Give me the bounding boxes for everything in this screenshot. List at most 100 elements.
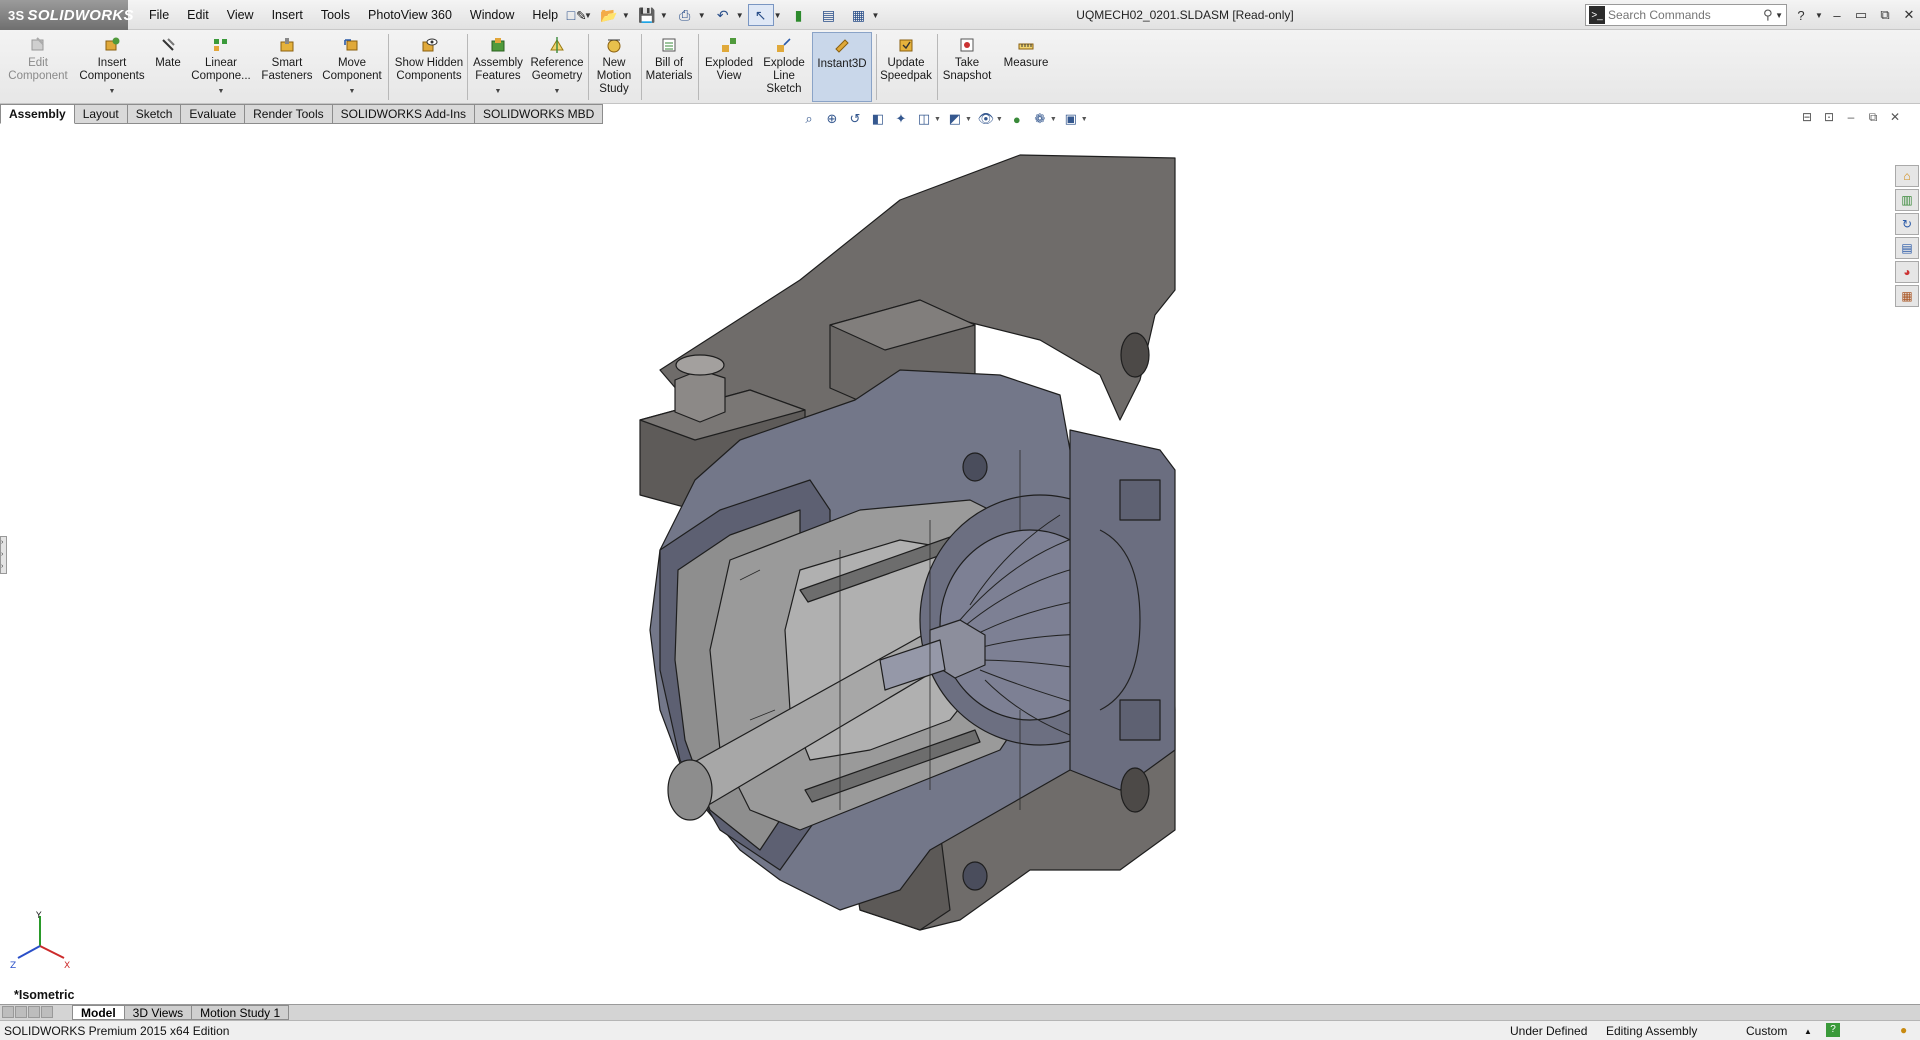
minimize-icon[interactable]: – — [1826, 8, 1848, 23]
open-dropdown-icon[interactable]: ▼ — [622, 11, 630, 20]
viewport-minimize-icon[interactable]: – — [1844, 110, 1858, 125]
tab-evaluate[interactable]: Evaluate — [181, 104, 246, 124]
tab-mbd[interactable]: SOLIDWORKS MBD — [475, 104, 604, 124]
menu-tools[interactable]: Tools — [312, 8, 359, 22]
mate-button[interactable]: Mate — [150, 32, 186, 102]
tab-addins[interactable]: SOLIDWORKS Add-Ins — [332, 104, 475, 124]
dynamic-annotation-icon[interactable]: ✦ — [892, 110, 910, 128]
apply-scene-dropdown-icon[interactable]: ▼ — [1050, 116, 1057, 123]
file-properties-icon[interactable]: ▤ — [816, 4, 842, 26]
file-explorer-icon[interactable]: ↻ — [1895, 213, 1919, 235]
new-motion-study-button[interactable]: New Motion Study — [590, 32, 638, 102]
show-hidden-components-button[interactable]: Show Hidden Components — [392, 32, 466, 102]
reference-geometry-dropdown-icon[interactable]: ▼ — [554, 85, 561, 98]
print-icon[interactable]: ⎙ — [672, 4, 698, 26]
view-settings-icon[interactable]: ▣ — [1062, 110, 1080, 128]
linear-pattern-dropdown-icon[interactable]: ▼ — [218, 85, 225, 98]
search-input[interactable] — [1608, 8, 1764, 22]
tab-layout[interactable]: Layout — [74, 104, 128, 124]
view-palette-icon[interactable]: ▤ — [1895, 237, 1919, 259]
viewport-split-icon[interactable]: ⊟ — [1800, 110, 1814, 125]
exploded-view-button[interactable]: Exploded View — [700, 32, 758, 102]
rebuild-icon[interactable]: ▮ — [786, 4, 812, 26]
insert-components-dropdown-icon[interactable]: ▼ — [109, 85, 116, 98]
scroll-last-icon[interactable] — [41, 1005, 53, 1018]
undo-dropdown-icon[interactable]: ▼ — [736, 11, 744, 20]
tab-3d-views[interactable]: 3D Views — [124, 1005, 193, 1020]
apply-scene-icon[interactable]: ❁ — [1031, 110, 1049, 128]
measure-button[interactable]: Measure — [996, 32, 1056, 102]
view-orientation-dropdown-icon[interactable]: ▼ — [934, 116, 941, 123]
undo-icon[interactable]: ↶ — [710, 4, 736, 26]
move-component-dropdown-icon[interactable]: ▼ — [349, 85, 356, 98]
save-icon[interactable]: 💾 — [634, 4, 660, 26]
tab-model[interactable]: Model — [72, 1005, 125, 1020]
assembly-features-dropdown-icon[interactable]: ▼ — [495, 85, 502, 98]
menu-edit[interactable]: Edit — [178, 8, 218, 22]
close-icon[interactable]: ✕ — [1898, 7, 1920, 23]
units-dropdown-icon[interactable]: ▲ — [1804, 1027, 1812, 1036]
appearances-icon[interactable]: ◕ — [1895, 261, 1919, 283]
help-dropdown-icon[interactable]: ▼ — [1814, 11, 1824, 20]
scroll-prev-icon[interactable] — [15, 1005, 27, 1018]
previous-view-icon[interactable]: ↺ — [846, 110, 864, 128]
assembly-model-section-view[interactable] — [600, 150, 1200, 970]
search-dropdown-icon[interactable]: ▼ — [1775, 11, 1783, 20]
open-folder-icon[interactable]: 📂 — [596, 4, 622, 26]
update-speedpak-button[interactable]: Update Speedpak — [878, 32, 934, 102]
edit-component-button[interactable]: Edit Component — [4, 32, 72, 102]
hide-show-items-icon[interactable]: 👁 — [977, 110, 995, 128]
tab-assembly[interactable]: Assembly — [0, 104, 75, 124]
smart-fasteners-button[interactable]: Smart Fasteners — [258, 32, 316, 102]
menu-view[interactable]: View — [218, 8, 263, 22]
bill-of-materials-button[interactable]: Bill of Materials — [643, 32, 695, 102]
feature-manager-toggle-handle[interactable]: › › › — [0, 536, 7, 574]
section-view-icon[interactable]: ◧ — [869, 110, 887, 128]
solidworks-resources-icon[interactable]: ⌂ — [1895, 165, 1919, 187]
scroll-first-icon[interactable] — [2, 1005, 14, 1018]
viewport-close-icon[interactable]: ✕ — [1888, 110, 1902, 125]
select-dropdown-icon[interactable]: ▼ — [774, 11, 782, 20]
tab-sketch[interactable]: Sketch — [127, 104, 182, 124]
assembly-features-button[interactable]: Assembly Features ▼ — [470, 32, 526, 102]
tab-motion-study-1[interactable]: Motion Study 1 — [192, 1005, 290, 1020]
menu-window[interactable]: Window — [461, 8, 523, 22]
design-library-icon[interactable]: ▥ — [1895, 189, 1919, 211]
scroll-next-icon[interactable] — [28, 1005, 40, 1018]
tab-render-tools[interactable]: Render Tools — [245, 104, 333, 124]
restore-icon[interactable]: ▭ — [1850, 7, 1872, 23]
rebuild-status-icon[interactable]: ● — [1900, 1023, 1907, 1037]
insert-components-button[interactable]: Insert Components ▼ — [76, 32, 148, 102]
instant3d-button[interactable]: Instant3D — [812, 32, 872, 102]
hide-show-dropdown-icon[interactable]: ▼ — [996, 116, 1003, 123]
print-dropdown-icon[interactable]: ▼ — [698, 11, 706, 20]
options-icon[interactable]: ▦ — [846, 4, 872, 26]
zoom-to-fit-icon[interactable]: ⌕ — [800, 110, 818, 128]
zoom-to-area-icon[interactable]: ⊕ — [823, 110, 841, 128]
help-icon[interactable]: ? — [1790, 8, 1812, 23]
take-snapshot-button[interactable]: Take Snapshot — [940, 32, 994, 102]
new-document-icon[interactable]: □ — [558, 4, 584, 26]
view-orientation-icon[interactable]: ◫ — [915, 110, 933, 128]
status-units[interactable]: Custom — [1746, 1024, 1787, 1038]
explode-line-sketch-button[interactable]: Explode Line Sketch — [758, 32, 810, 102]
edit-appearance-icon[interactable]: ● — [1008, 110, 1026, 128]
viewport-single-icon[interactable]: ⊡ — [1822, 110, 1836, 125]
search-box[interactable]: >_ ⚲ ▼ — [1585, 4, 1787, 26]
custom-properties-icon[interactable]: ▦ — [1895, 285, 1919, 307]
new-dropdown-icon[interactable]: ▼ — [584, 11, 592, 20]
viewport-restore-icon[interactable]: ⧉ — [1866, 110, 1880, 125]
view-settings-dropdown-icon[interactable]: ▼ — [1081, 116, 1088, 123]
display-style-dropdown-icon[interactable]: ▼ — [965, 116, 972, 123]
display-style-icon[interactable]: ◩ — [946, 110, 964, 128]
tile-icon[interactable]: ⧉ — [1874, 7, 1896, 23]
menu-insert[interactable]: Insert — [263, 8, 312, 22]
quick-tips-icon[interactable]: ? — [1826, 1023, 1840, 1037]
save-dropdown-icon[interactable]: ▼ — [660, 11, 668, 20]
select-pointer-icon[interactable]: ↖ — [747, 4, 774, 26]
move-component-button[interactable]: Move Component ▼ — [318, 32, 386, 102]
reference-geometry-button[interactable]: Reference Geometry ▼ — [528, 32, 586, 102]
options-dropdown-icon[interactable]: ▼ — [872, 11, 880, 20]
menu-photoview[interactable]: PhotoView 360 — [359, 8, 461, 22]
solidworks-logo[interactable]: 3S SOLIDWORKS — [0, 0, 134, 30]
